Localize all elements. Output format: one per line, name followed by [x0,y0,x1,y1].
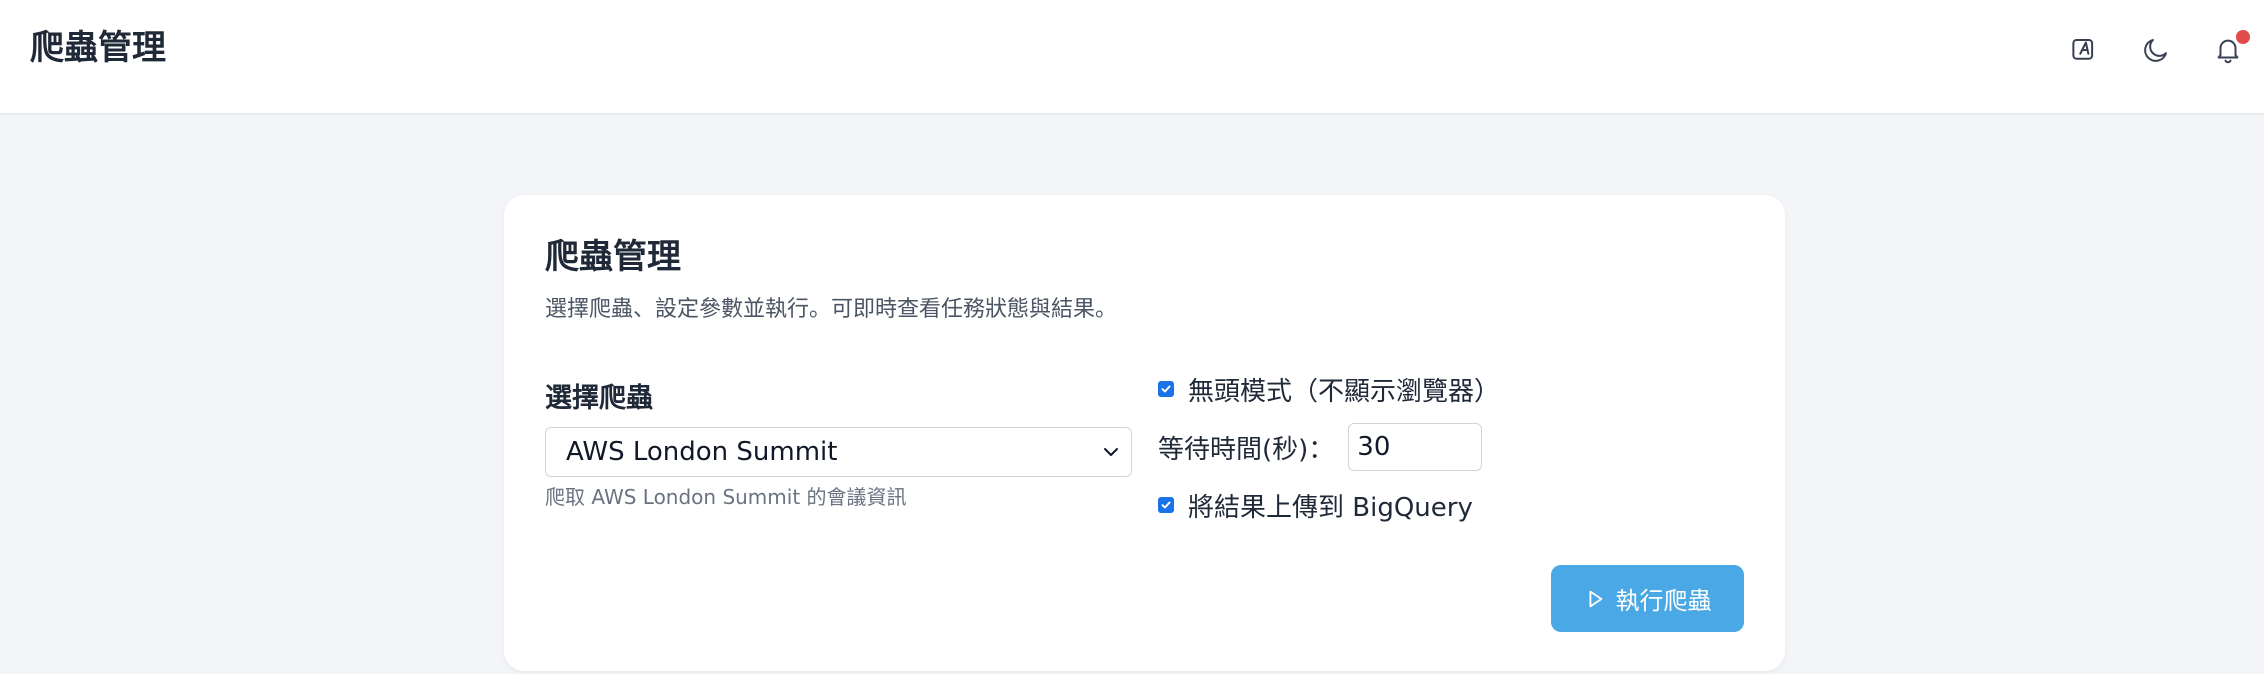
check-icon [1161,385,1171,393]
bigquery-checkbox[interactable] [1158,497,1174,513]
crawler-select-value: AWS London Summit [566,437,838,467]
wait-time-input[interactable] [1348,423,1483,471]
crawler-select-label: 選擇爬蟲 [545,383,653,414]
app-title: 爬蟲管理 [30,28,166,68]
headless-label: 無頭模式（不顯示瀏覽器） [1188,376,1501,407]
run-crawler-label: 執行爬蟲 [1615,587,1712,615]
top-bar: 爬蟲管理 [0,0,2264,114]
check-icon [1161,501,1171,509]
bigquery-label: 將結果上傳到 BigQuery [1188,492,1473,523]
chevron-down-icon [1104,448,1118,456]
crawler-hint: 爬取 AWS London Summit 的會議資訊 [545,485,907,509]
moon-icon[interactable] [2134,28,2178,72]
headless-checkbox[interactable] [1158,381,1174,397]
crawler-select[interactable]: AWS London Summit [545,427,1132,477]
crawler-card: 爬蟲管理 選擇爬蟲、設定參數並執行。可即時查看任務狀態與結果。 選擇爬蟲 AWS… [504,195,1785,671]
card-title: 爬蟲管理 [545,237,681,277]
notification-badge [2236,30,2250,44]
bigquery-option[interactable]: 將結果上傳到 BigQuery [1158,485,1473,525]
wait-time-row: 等待時間(秒)： [1158,423,1483,471]
wait-time-label: 等待時間(秒)： [1158,434,1335,465]
play-icon [1589,590,1602,607]
headless-option[interactable]: 無頭模式（不顯示瀏覽器） [1158,369,1500,409]
card-subtitle: 選擇爬蟲、設定參數並執行。可即時查看任務狀態與結果。 [545,297,1118,322]
edit-icon[interactable] [2062,28,2106,72]
bell-icon[interactable] [2206,28,2250,72]
run-crawler-button[interactable]: 執行爬蟲 [1551,565,1744,632]
